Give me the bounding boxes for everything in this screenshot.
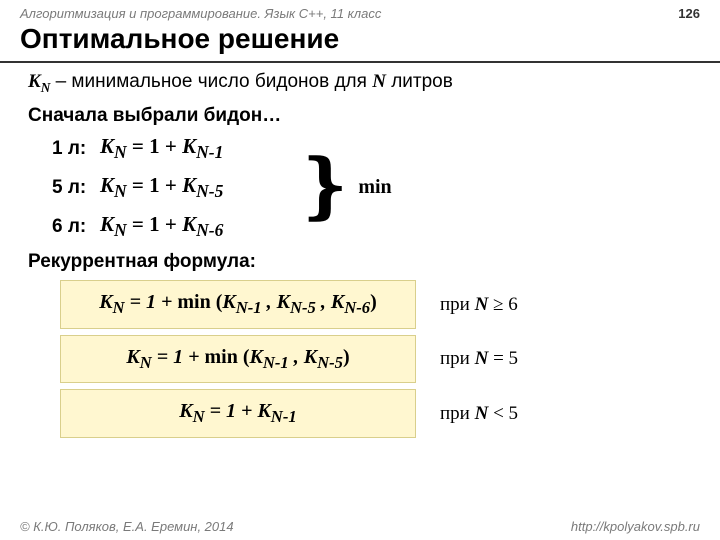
- formula-row: KN = 1 + min (KN-1 , KN-5) при N = 5: [60, 335, 692, 384]
- case-expr: KN = 1 + KN-1: [100, 132, 300, 165]
- formula-condition: при N ≥ 6: [440, 292, 518, 318]
- lead-text: Сначала выбрали бидон…: [28, 103, 692, 129]
- def-dash: –: [50, 71, 71, 92]
- formula-box: KN = 1 + min (KN-1 , KN-5 , KN-6): [60, 280, 416, 329]
- def-text: минимальное число бидонов для: [71, 71, 372, 92]
- def-text2: литров: [386, 71, 453, 92]
- min-label: min: [358, 174, 391, 201]
- formula-condition: при N = 5: [440, 346, 518, 372]
- def-sub: N: [41, 80, 51, 95]
- page-title: Оптимальное решение: [20, 23, 700, 55]
- footer: © К.Ю. Поляков, Е.А. Еремин, 2014 http:/…: [0, 519, 720, 534]
- page-number: 126: [678, 6, 700, 21]
- header-row: Алгоритмизация и программирование. Язык …: [0, 0, 720, 21]
- formula-box: KN = 1 + min (KN-1 , KN-5): [60, 335, 416, 384]
- case-label: 5 л:: [52, 175, 100, 201]
- definition: KN – минимальное число бидонов для N лит…: [28, 69, 692, 97]
- content: KN – минимальное число бидонов для N лит…: [0, 63, 720, 438]
- case-label: 1 л:: [52, 136, 100, 162]
- formula-condition: при N < 5: [440, 401, 518, 427]
- url-label: http://kpolyakov.spb.ru: [571, 519, 700, 534]
- formula-row: KN = 1 + KN-1 при N < 5: [60, 389, 692, 438]
- def-sym: K: [28, 71, 41, 92]
- cases-block: 1 л:KN = 1 + KN-15 л:KN = 1 + KN-56 л:KN…: [52, 132, 692, 242]
- title-bar: Оптимальное решение: [0, 23, 720, 63]
- formula-box: KN = 1 + KN-1: [60, 389, 416, 438]
- case-label: 6 л:: [52, 214, 100, 240]
- case-expr: KN = 1 + KN-5: [100, 171, 300, 204]
- formulas-block: KN = 1 + min (KN-1 , KN-5 , KN-6) при N ≥…: [28, 280, 692, 438]
- case-expr: KN = 1 + KN-6: [100, 210, 300, 243]
- copyright: © К.Ю. Поляков, Е.А. Еремин, 2014: [20, 519, 234, 534]
- case-grid: 1 л:KN = 1 + KN-15 л:KN = 1 + KN-56 л:KN…: [52, 132, 300, 242]
- course-label: Алгоритмизация и программирование. Язык …: [20, 6, 381, 21]
- formula-row: KN = 1 + min (KN-1 , KN-5 , KN-6) при N ≥…: [60, 280, 692, 329]
- def-n: N: [372, 71, 386, 92]
- recurrent-label: Рекуррентная формула:: [28, 249, 692, 275]
- brace-icon: ❵: [294, 150, 354, 222]
